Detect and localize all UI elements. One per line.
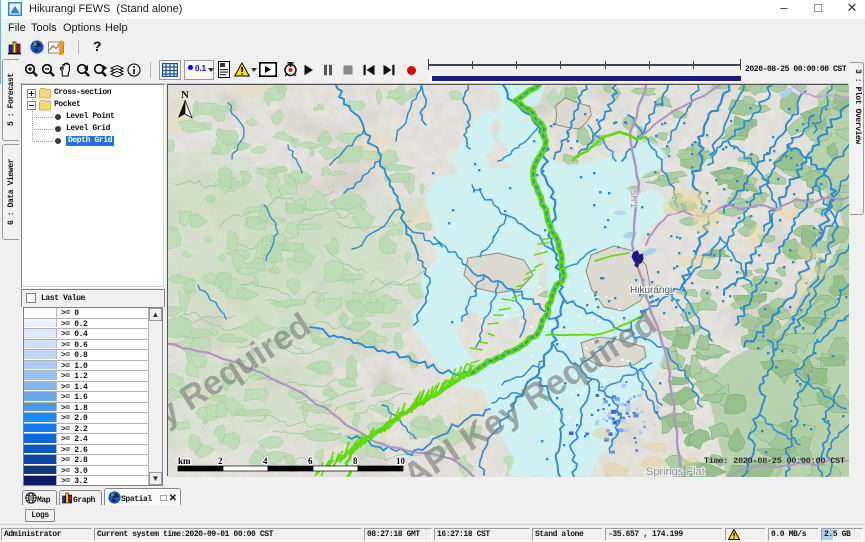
svg-text:Hikurangi: Hikurangi [630,285,672,296]
svg-text:6: 6 [308,456,313,466]
svg-text:10: 10 [396,456,406,466]
svg-text:2: 2 [218,456,223,466]
svg-text:4: 4 [263,456,268,466]
svg-text:km: km [178,456,191,466]
svg-text:SH 1: SH 1 [629,190,638,208]
svg-text:Springs Flat: Springs Flat [646,466,705,477]
svg-text:8: 8 [353,456,358,466]
svg-text:Time: 2020-08-25 00:00:00 CST: Time: 2020-08-25 00:00:00 CST [704,456,845,466]
svg-text:N: N [181,89,189,101]
